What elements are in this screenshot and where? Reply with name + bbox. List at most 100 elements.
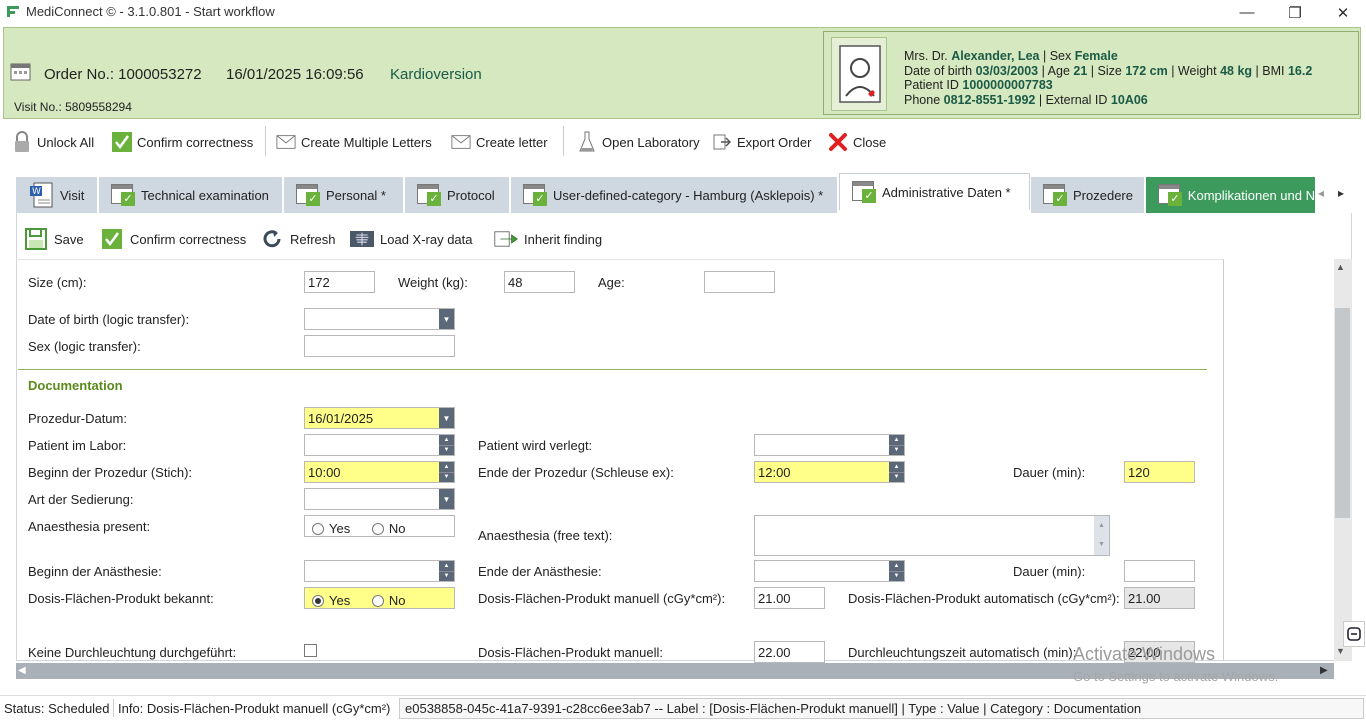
dob-label: Date of birth <box>904 63 973 78</box>
spinner-arrows-icon[interactable]: ▲ ▼ <box>889 462 904 482</box>
patient-verlegt-spinner[interactable]: ▲ ▼ <box>754 434 905 456</box>
patient-avatar <box>831 37 887 111</box>
patient-size: 172 cm <box>1125 63 1168 78</box>
inherit-finding-button[interactable]: Inherit finding <box>494 228 602 250</box>
dfp-manuell-input[interactable]: 21.00 <box>754 587 825 609</box>
chevron-down-icon[interactable]: ▼ <box>439 309 454 329</box>
confirm-correctness-label: Confirm correctness <box>137 134 254 150</box>
weight-field-label: Weight (kg): <box>398 275 468 290</box>
patient-avatar-icon <box>839 45 881 103</box>
activation-watermark-title: Activate Windows <box>1073 644 1216 664</box>
dauer-anaesthesie-label: Dauer (min): <box>1013 564 1086 579</box>
dob-logic-dropdown[interactable]: ▼ <box>304 308 455 330</box>
close-order-button[interactable]: Close <box>828 130 886 154</box>
keine-durchleuchtung-checkbox[interactable] <box>304 644 317 657</box>
spinner-arrows-icon[interactable]: ▲ ▼ <box>439 561 454 581</box>
sex-logic-input[interactable] <box>304 335 455 357</box>
close-window-button[interactable]: ✕ <box>1320 0 1366 25</box>
scroll-up-arrow[interactable]: ▲ <box>1336 262 1345 272</box>
anaesthesia-present-label: Anaesthesia present: <box>28 519 151 534</box>
export-order-label: Export Order <box>737 134 812 150</box>
export-order-button[interactable]: Export Order <box>712 130 811 154</box>
patient-labor-label: Patient im Labor: <box>28 438 127 453</box>
tab-scroll-right[interactable]: ▸ <box>1338 186 1344 200</box>
size-field-label: Size (cm): <box>28 275 87 290</box>
size-label: | Size <box>1090 63 1122 78</box>
beginn-anaesthesie-spinner[interactable]: ▲ ▼ <box>304 560 455 582</box>
scroll-left-arrow[interactable]: ◀ <box>18 665 26 676</box>
unlock-all-button[interactable]: Unlock All <box>12 130 94 154</box>
checkmark-icon <box>100 228 124 250</box>
tab-protocol[interactable]: ✓ Protocol <box>405 177 510 213</box>
inner-confirm-label: Confirm correctness <box>130 231 247 247</box>
tab-administrative-daten[interactable]: ✓ Administrative Daten * <box>839 173 1030 210</box>
envelope-icon <box>276 132 296 152</box>
side-panel-toggle[interactable] <box>1343 621 1365 647</box>
activation-watermark-subtitle: Go to Settings to activate Windows. <box>1073 669 1279 684</box>
anaesthesia-free-text-label: Anaesthesia (free text): <box>478 528 613 543</box>
tab-komplikationen[interactable]: ✓ Komplikationen und N <box>1146 177 1316 213</box>
phone-label: Phone <box>904 92 941 107</box>
patient-age: 21 <box>1073 63 1088 78</box>
prozedur-datum-label: Prozedur-Datum: <box>28 411 127 426</box>
patient-sex: Female <box>1074 49 1118 63</box>
tab-personal[interactable]: ✓ Personal * <box>284 177 404 213</box>
restore-button[interactable]: ❐ <box>1272 0 1318 25</box>
anaesthesia-no-radio[interactable]: No <box>371 521 405 536</box>
spinner-arrows-icon[interactable]: ▲ ▼ <box>439 435 454 455</box>
create-multiple-letters-button[interactable]: Create Multiple Letters <box>276 130 432 154</box>
refresh-label: Refresh <box>290 231 336 247</box>
dfp-yes-radio[interactable]: Yes <box>312 593 350 608</box>
spinner-arrows-icon[interactable]: ▲ ▼ <box>889 561 904 581</box>
confirm-correctness-button[interactable]: Confirm correctness <box>112 130 253 154</box>
lock-icon <box>12 131 32 152</box>
scroll-right-arrow[interactable]: ▶ <box>1320 665 1328 676</box>
chevron-down-icon[interactable]: ▼ <box>439 408 454 428</box>
beginn-prozedur-spinner[interactable]: 10:00 ▲ ▼ <box>304 461 455 483</box>
dfp-automatisch-label: Dosis-Flächen-Produkt automatisch (cGy*c… <box>848 591 1120 606</box>
create-multiple-letters-label: Create Multiple Letters <box>301 134 432 150</box>
prozedur-datum-dropdown[interactable]: 16/01/2025 ▼ <box>304 407 455 429</box>
tab-technical-examination[interactable]: ✓ Technical examination <box>99 177 283 213</box>
ende-anaesthesie-spinner[interactable]: ▲ ▼ <box>754 560 905 582</box>
weight-input[interactable]: 48 <box>504 271 575 293</box>
patient-labor-spinner[interactable]: ▲ ▼ <box>304 434 455 456</box>
create-letter-button[interactable]: Create letter <box>451 130 548 154</box>
dfp-no-radio[interactable]: No <box>371 593 405 608</box>
dfp-manuell-2-input[interactable]: 22.00 <box>754 641 825 663</box>
dauer-input[interactable]: 120 <box>1124 461 1195 483</box>
tab-user-defined-category[interactable]: ✓ User-defined-category - Hamburg (Askle… <box>511 177 838 213</box>
vertical-scroll-thumb[interactable] <box>1335 308 1350 518</box>
sedierung-dropdown[interactable]: ▼ <box>304 488 455 510</box>
inner-confirm-correctness-button[interactable]: Confirm correctness <box>100 228 246 250</box>
load-xray-button[interactable]: Load X-ray data <box>350 228 473 250</box>
durchleuchtungszeit-label: Durchleuchtungszeit automatisch (min): <box>848 645 1077 660</box>
refresh-button[interactable]: Refresh <box>260 228 336 250</box>
age-input[interactable] <box>704 271 775 293</box>
refresh-icon <box>260 228 284 250</box>
envelope-icon <box>451 132 471 152</box>
dauer-anaesthesie-input[interactable] <box>1124 560 1195 582</box>
dfp-bekannt-radio-group: Yes No <box>304 587 455 609</box>
chevron-down-icon[interactable]: ▼ <box>439 489 454 509</box>
spinner-arrows-icon[interactable]: ▲ ▼ <box>439 462 454 482</box>
minimize-button[interactable]: — <box>1224 0 1270 25</box>
visit-number: Visit No.: 5809558294 <box>14 100 132 114</box>
sex-logic-label: Sex (logic transfer): <box>28 339 141 354</box>
pid-label: Patient ID <box>904 78 959 92</box>
open-laboratory-button[interactable]: Open Laboratory <box>577 130 700 154</box>
calendar-check-icon: ✓ <box>296 182 322 208</box>
anaesthesia-yes-radio[interactable]: Yes <box>312 521 350 536</box>
spinner-arrows-icon[interactable]: ▲ ▼ <box>889 435 904 455</box>
tab-prozedere[interactable]: ✓ Prozedere <box>1031 177 1145 213</box>
ende-prozedur-spinner[interactable]: 12:00 ▲ ▼ <box>754 461 905 483</box>
size-input[interactable]: 172 <box>304 271 375 293</box>
tab-scroll-left[interactable]: ◂ <box>1318 186 1324 200</box>
textarea-scrollbar[interactable]: ▲ ▼ <box>1094 516 1109 555</box>
anaesthesia-free-text-area[interactable]: ▲ ▼ <box>754 515 1110 556</box>
scroll-down-arrow[interactable]: ▼ <box>1336 646 1345 656</box>
patient-weight: 48 kg <box>1220 63 1253 78</box>
document-icon: W <box>30 182 56 208</box>
tab-visit[interactable]: W Visit <box>16 177 98 213</box>
save-button[interactable]: Save <box>24 228 84 250</box>
